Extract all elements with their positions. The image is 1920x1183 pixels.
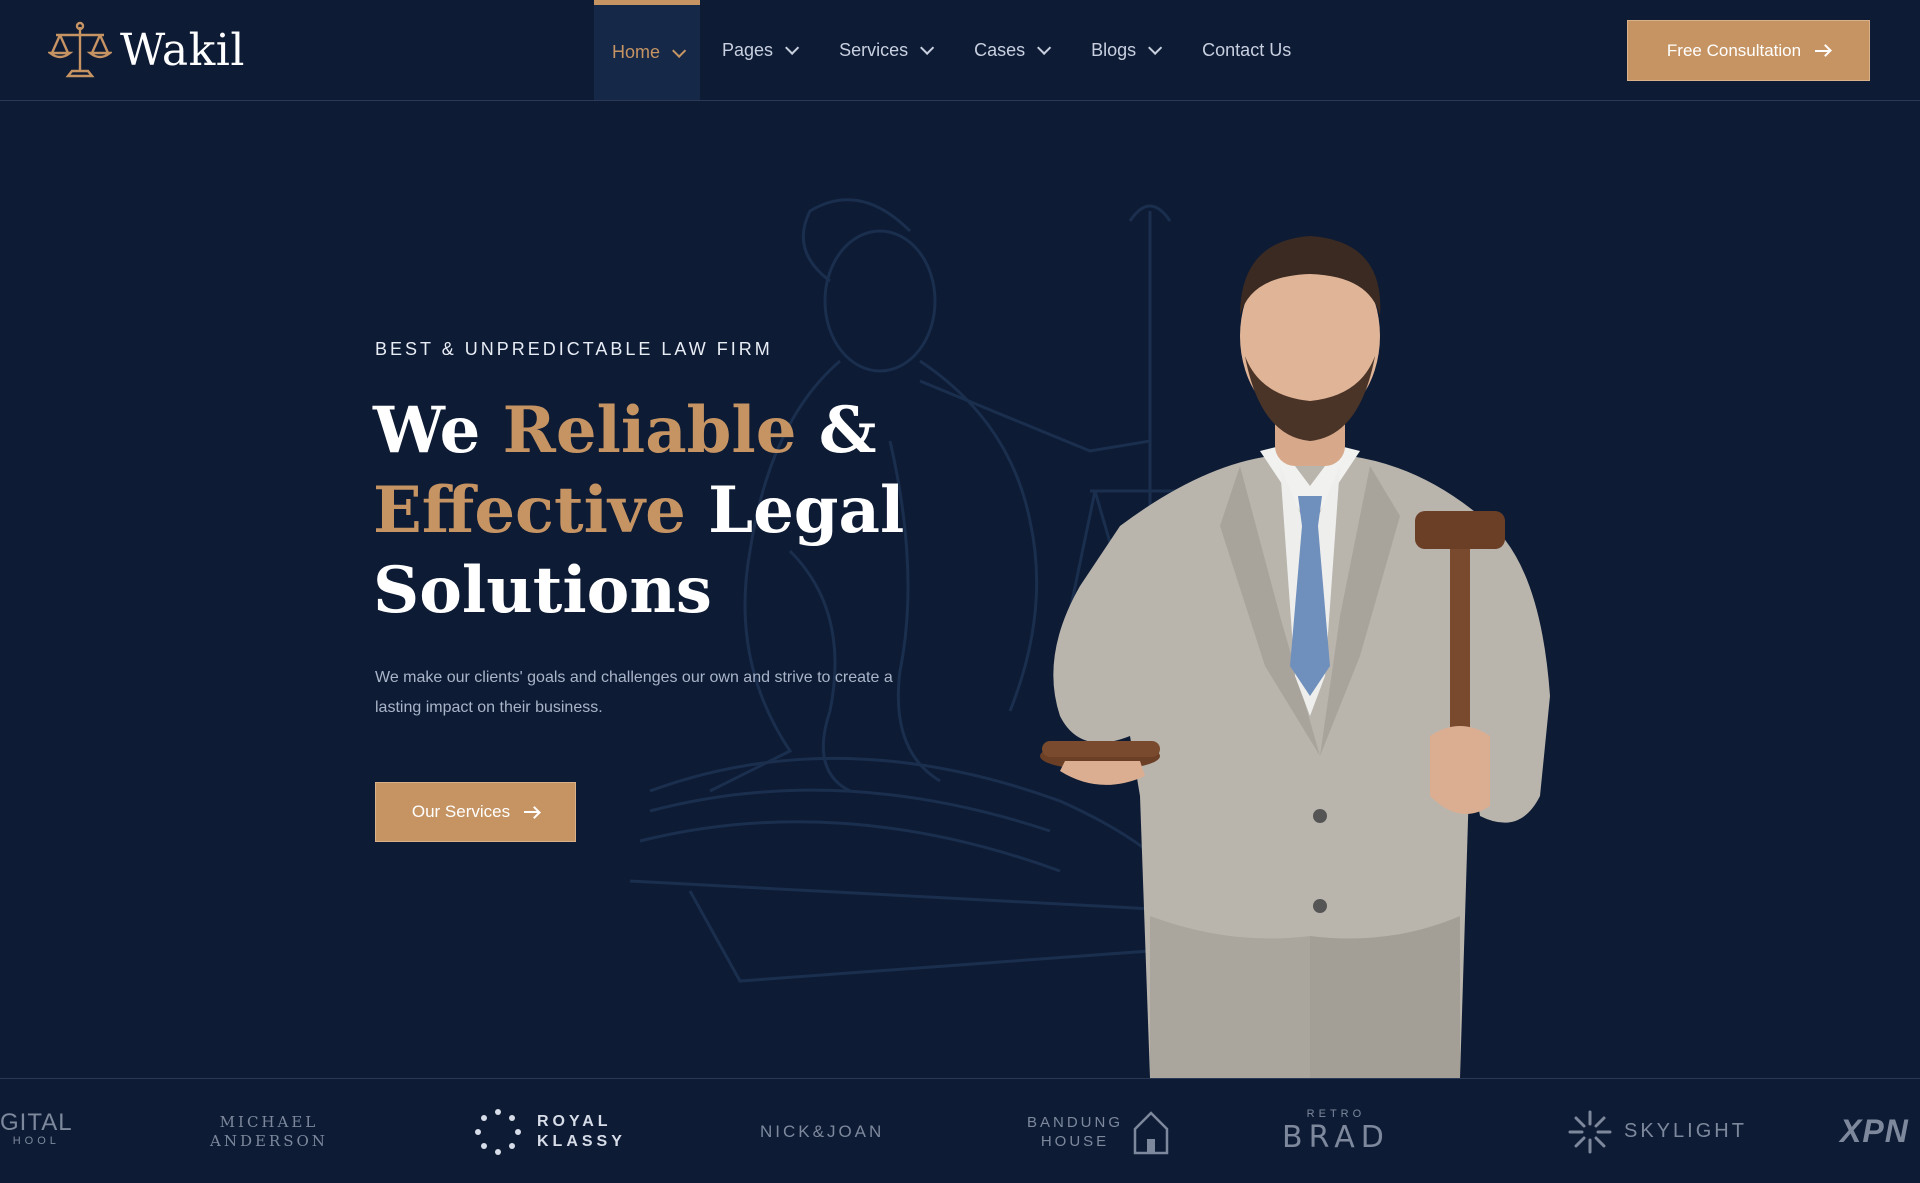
nav-label: Contact Us: [1202, 39, 1292, 60]
brand-name: ROYAL: [537, 1112, 612, 1130]
brand-name: GITAL: [0, 1108, 73, 1136]
nav-item-home[interactable]: Home: [594, 0, 701, 100]
brand-name: RETRO: [1306, 1108, 1366, 1120]
lawyer-photo: [1040, 236, 1550, 1078]
brand-name: XPN: [1840, 1113, 1909, 1149]
brand-name: SKYLIGHT: [1624, 1120, 1747, 1142]
headline-accent: Effective: [373, 473, 686, 548]
brand-logo-digital-school: GITAL HOOL: [0, 1079, 73, 1183]
hero-section: BEST & UNPREDICTABLE LAW FIRM We Reliabl…: [0, 101, 1920, 1078]
headline-text: Solutions: [373, 553, 712, 628]
nav-item-services[interactable]: Services: [817, 0, 952, 100]
brand-logo-nick-joan: NICK&JOAN: [760, 1079, 884, 1183]
brand-logos-strip: GITAL HOOL MICHAEL ANDERSON ROYAL KLASSY: [0, 1078, 1920, 1183]
headline-text: We: [373, 393, 503, 468]
arrow-right-icon: [1815, 46, 1830, 55]
brand-logo-xpn: XPN: [1840, 1079, 1909, 1183]
chevron-down-icon: [920, 40, 935, 55]
brand-logo-skylight: SKYLIGHT: [1568, 1079, 1747, 1183]
page: Wakil Home Pages Services Cases Blogs Co…: [0, 0, 1920, 1183]
headline-text: &: [796, 393, 877, 468]
free-consultation-button[interactable]: Free Consultation: [1627, 20, 1870, 81]
brand-name: MICHAEL: [219, 1112, 319, 1131]
brand-logo-michael-anderson: MICHAEL ANDERSON: [210, 1079, 328, 1183]
hero-eyebrow: BEST & UNPREDICTABLE LAW FIRM: [375, 339, 773, 359]
brand-logo-bandung-house: BANDUNG HOUSE: [1027, 1079, 1169, 1183]
brand-name: ANDERSON: [210, 1131, 328, 1150]
brand-name: HOUSE: [1040, 1132, 1110, 1150]
nav-label: Services: [839, 39, 909, 60]
our-services-button[interactable]: Our Services: [375, 782, 576, 842]
brand-name: KLASSY: [537, 1132, 626, 1150]
site-header: Wakil Home Pages Services Cases Blogs Co…: [0, 0, 1920, 101]
nav-item-pages[interactable]: Pages: [700, 0, 817, 100]
headline-accent: Reliable: [502, 393, 797, 468]
button-label: Our Services: [411, 802, 511, 821]
chevron-down-icon: [1148, 40, 1163, 55]
scales-of-justice-icon: [48, 21, 112, 78]
brand-name: BRAD: [1282, 1120, 1390, 1155]
starburst-icon: [1568, 1110, 1612, 1153]
hero-headline: We Reliable & Effective Legal Solutions: [373, 391, 933, 631]
arrow-right-icon: [524, 808, 539, 817]
nav-item-cases[interactable]: Cases: [952, 0, 1069, 100]
nav-label: Pages: [722, 39, 774, 60]
brand-name: BANDUNG: [1027, 1113, 1124, 1131]
dotted-circle-icon: [475, 1108, 521, 1155]
button-label: Free Consultation: [1666, 40, 1802, 60]
nav-label: Blogs: [1091, 39, 1137, 60]
chevron-down-icon: [1037, 40, 1052, 55]
main-nav: Home Pages Services Cases Blogs Contact …: [594, 0, 1313, 100]
brand-name: NICK&JOAN: [760, 1122, 885, 1141]
nav-label: Home: [612, 42, 661, 62]
logo-text: Wakil: [120, 24, 245, 76]
chevron-down-icon: [672, 43, 687, 58]
house-icon: [1133, 1110, 1169, 1154]
nav-item-contact[interactable]: Contact Us: [1180, 0, 1313, 100]
brand-logo-retro-brad: RETRO BRAD: [1282, 1079, 1390, 1183]
nav-label: Cases: [974, 39, 1026, 60]
chevron-down-icon: [785, 40, 800, 55]
brand-logo-royal-klassy: ROYAL KLASSY: [475, 1079, 626, 1183]
hero-description: We make our clients' goals and challenge…: [375, 669, 893, 716]
headline-text: Legal: [685, 473, 905, 548]
logo[interactable]: Wakil: [48, 20, 245, 80]
nav-item-blogs[interactable]: Blogs: [1069, 0, 1180, 100]
